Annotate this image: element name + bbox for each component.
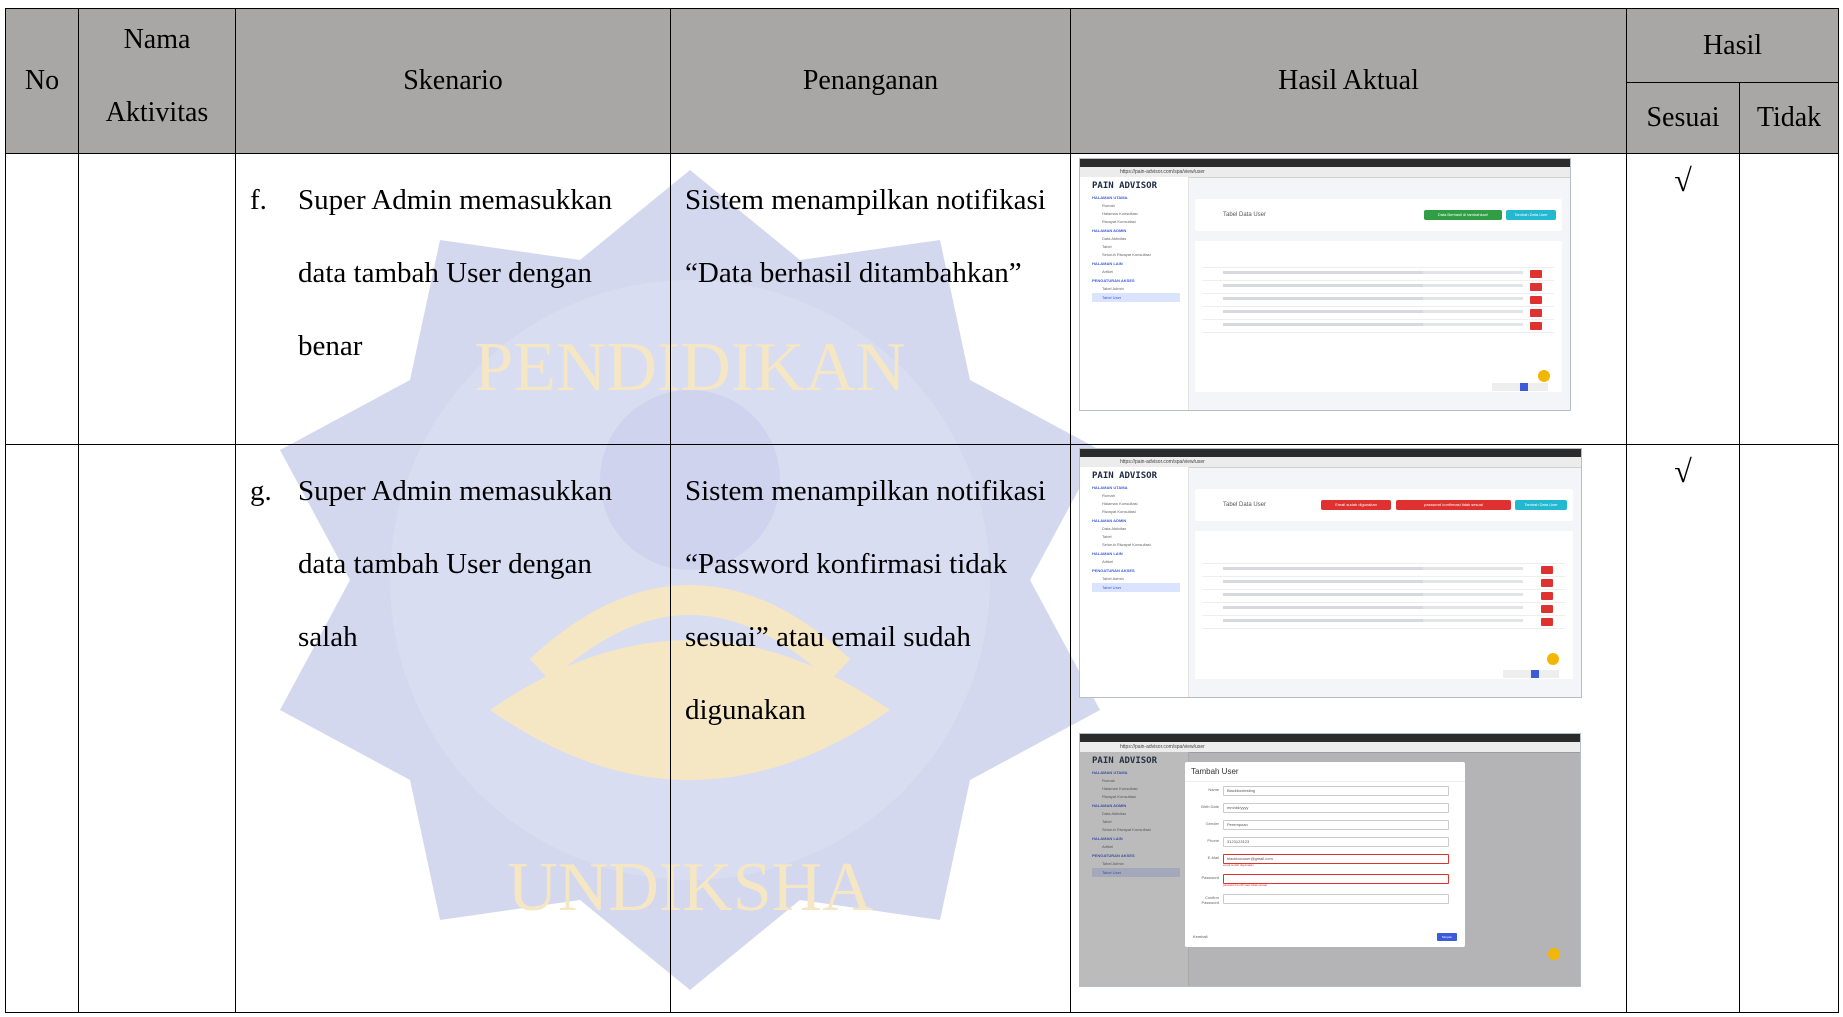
sidebar-item: Halaman Konsultasi xyxy=(1102,501,1138,506)
cell-penanganan: Sistem menampilkan notifikasi “Data berh… xyxy=(670,153,1071,445)
sidebar-item: Tabel xyxy=(1102,534,1112,539)
modal-save-button: Simpan xyxy=(1437,933,1457,941)
cell-skenario: f. Super Admin memasukkan data tambah Us… xyxy=(235,153,671,445)
field-label: Password xyxy=(1201,875,1219,880)
sidebar-item: Tabel Admin xyxy=(1102,286,1124,291)
penanganan-text: Sistem menampilkan notifikasi “Data berh… xyxy=(685,184,1046,289)
check-mark: √ xyxy=(1674,453,1692,489)
sidebar-item: Data Aktivitas xyxy=(1102,236,1127,241)
gear-icon xyxy=(1538,370,1550,382)
page-title: Tabel Data User Email sudah digunakan pa… xyxy=(1195,489,1573,521)
success-badge: Data Berhasil di tambahkan! xyxy=(1424,210,1502,220)
modal-back-button: Kembali xyxy=(1193,934,1208,939)
confirm-password-field xyxy=(1223,894,1449,904)
app-sidebar: PAIN ADVISOR HALAMAN UTAMA Rumah Halaman… xyxy=(1080,467,1189,697)
penanganan-text: Sistem menampilkan notifikasi “Password … xyxy=(685,475,1046,726)
sidebar-section: HALAMAN LAIN xyxy=(1092,261,1123,266)
sidebar-item: Seluruh Riwayat Konsultasi xyxy=(1102,542,1151,547)
sidebar-section: HALAMAN UTAMA xyxy=(1092,195,1128,200)
screenshot-error: https://pain-advisor.com/spa/view/user P… xyxy=(1079,448,1582,698)
cell-no xyxy=(5,153,79,445)
screenshot-modal: https://pain-advisor.com/spa/view/user P… xyxy=(1079,733,1581,987)
email-field: blackboxuser@gmail.com xyxy=(1223,854,1449,864)
field-label: Birth Date xyxy=(1201,804,1219,809)
header-hasil: Hasil xyxy=(1625,8,1840,83)
cell-skenario: g. Super Admin memasukkan data tambah Us… xyxy=(235,444,671,1013)
sidebar-section: HALAMAN ADMIN xyxy=(1092,228,1127,233)
field-label: Phone xyxy=(1207,838,1219,843)
sidebar-item: Riwayat Konsultasi xyxy=(1102,509,1136,514)
sidebar-item: Artikel xyxy=(1102,269,1114,274)
page-title: Tabel Data User Data Berhasil di tambahk… xyxy=(1195,199,1562,231)
modal-title: Tambah User xyxy=(1185,762,1465,782)
sidebar-section: PENGATURAN AKSES xyxy=(1092,278,1135,283)
add-user-button: Tambah Data User xyxy=(1506,210,1556,220)
header-tidak: Tidak xyxy=(1738,82,1840,154)
cell-sesuai: √ xyxy=(1626,444,1740,1013)
sidebar-item: Artikel xyxy=(1102,559,1114,564)
scenario-text: Super Admin memasukkan data tambah User … xyxy=(298,475,613,653)
header-no: No xyxy=(5,8,79,154)
sidebar-section: PENGATURAN AKSES xyxy=(1092,568,1135,573)
birth-date-field: mm/dd/yyyy xyxy=(1223,803,1449,813)
pagination xyxy=(1503,665,1563,678)
sidebar-item: Tabel xyxy=(1102,244,1112,249)
app-logo: PAIN ADVISOR xyxy=(1092,181,1158,191)
page-title-text: Tabel Data User xyxy=(1223,502,1267,508)
scenario-label: g. xyxy=(250,475,272,507)
sidebar-section: HALAMAN UTAMA xyxy=(1092,485,1128,490)
password-error-text: password konfirmasi tidak sesuai xyxy=(1223,883,1268,887)
screenshot-success: https://pain-advisor.com/spa/view/user P… xyxy=(1079,158,1571,411)
browser-titlebar xyxy=(1080,159,1570,167)
sidebar-item: Tabel User xyxy=(1092,293,1180,302)
gender-select: Perempuan xyxy=(1223,820,1449,830)
scenario-label: f. xyxy=(250,184,267,216)
add-user-modal: Tambah User Name Blackboxtesting Birth Da… xyxy=(1185,762,1465,947)
header-nama-aktivitas: Nama Aktivitas xyxy=(78,8,236,154)
sidebar-item: Seluruh Riwayat Konsultasi xyxy=(1102,252,1151,257)
sidebar-section: HALAMAN LAIN xyxy=(1092,551,1123,556)
header-penanganan: Penanganan xyxy=(670,8,1071,154)
field-label: E-Mail xyxy=(1207,855,1219,860)
phone-field: 3123123123 xyxy=(1223,837,1449,847)
gear-icon xyxy=(1548,948,1560,960)
gear-icon xyxy=(1547,653,1559,665)
user-table xyxy=(1195,241,1562,392)
cell-nama-aktivitas xyxy=(78,444,236,1013)
user-table xyxy=(1195,531,1573,679)
field-label: Name xyxy=(1208,787,1219,792)
cell-sesuai: √ xyxy=(1626,153,1740,445)
sidebar-item: Tabel Admin xyxy=(1102,576,1124,581)
sidebar-item: Rumah xyxy=(1102,493,1115,498)
name-field: Blackboxtesting xyxy=(1223,786,1449,796)
modal-save-label: Simpan xyxy=(1441,935,1453,939)
sidebar-item: Tabel User xyxy=(1092,583,1180,592)
sidebar-item: Halaman Konsultasi xyxy=(1102,211,1138,216)
cell-tidak xyxy=(1738,153,1840,445)
scenario-text: Super Admin memasukkan data tambah User … xyxy=(298,184,613,362)
cell-no xyxy=(5,444,79,1013)
header-hasil-aktual: Hasil Aktual xyxy=(1070,8,1627,154)
field-label: Confirm Password xyxy=(1201,895,1219,905)
error-badge-password: password konfirmasi tidak sesuai xyxy=(1396,500,1511,510)
check-mark: √ xyxy=(1674,162,1692,198)
sidebar-item: Data Aktivitas xyxy=(1102,526,1127,531)
sidebar-item: Rumah xyxy=(1102,203,1115,208)
email-error-text: email sudah digunakan xyxy=(1223,863,1254,867)
browser-titlebar xyxy=(1080,734,1580,742)
cell-nama-aktivitas xyxy=(78,153,236,445)
header-skenario: Skenario xyxy=(235,8,671,154)
sidebar-section: HALAMAN ADMIN xyxy=(1092,518,1127,523)
sidebar-item: Riwayat Konsultasi xyxy=(1102,219,1136,224)
field-label: Gender xyxy=(1205,821,1219,826)
page-title-text: Tabel Data User xyxy=(1223,212,1267,218)
error-badge-email: Email sudah digunakan xyxy=(1321,500,1391,510)
browser-titlebar xyxy=(1080,449,1581,457)
add-user-button: Tambah Data User xyxy=(1515,500,1567,510)
cell-tidak xyxy=(1738,444,1840,1013)
header-sesuai: Sesuai xyxy=(1626,82,1740,154)
app-sidebar: PAIN ADVISOR HALAMAN UTAMA Rumah Halaman… xyxy=(1080,177,1189,410)
cell-penanganan: Sistem menampilkan notifikasi “Password … xyxy=(670,444,1071,1013)
app-logo: PAIN ADVISOR xyxy=(1092,471,1158,481)
